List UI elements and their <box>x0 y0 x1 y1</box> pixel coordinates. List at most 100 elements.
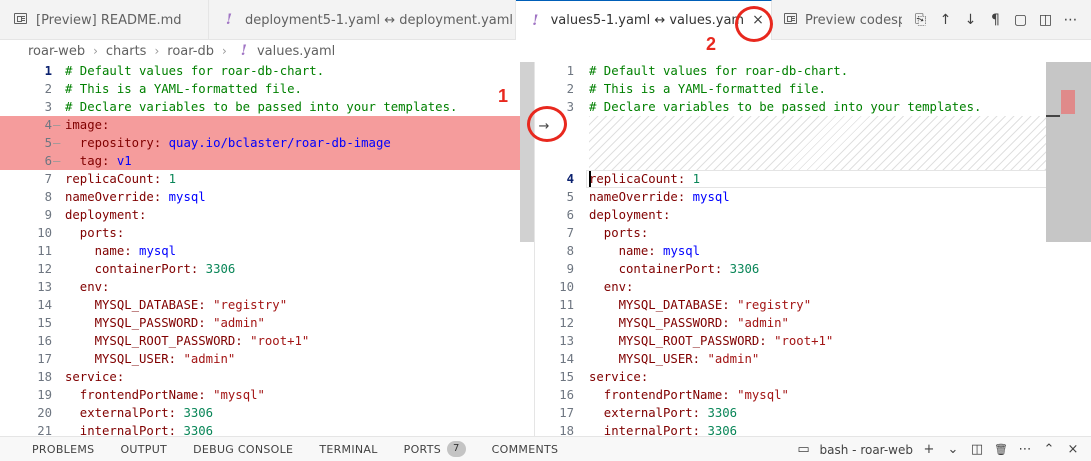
yaml-icon: ! <box>532 12 539 29</box>
line-number: 9 <box>566 262 574 276</box>
diff-editor-modified[interactable]: 1 # Default values for roar-db-chart. 2 # T… <box>534 62 1091 436</box>
line-number: 4 <box>44 118 52 132</box>
line-number: 8 <box>44 190 52 204</box>
line-number: 11 <box>559 298 574 312</box>
line-code: deployment: <box>589 206 670 224</box>
yaml-key: env: <box>65 280 110 294</box>
tab-debug-console[interactable]: DEBUG CONSOLE <box>180 437 306 461</box>
tab-problems[interactable]: PROBLEMS <box>0 437 107 461</box>
line-number: 12 <box>37 262 52 276</box>
split-terminal-icon[interactable]: ◫ <box>969 442 985 457</box>
yaml-key: containerPort: <box>65 262 199 276</box>
code-line: 18 internalPort: 3306 <box>534 422 1091 436</box>
yaml-value: mysql <box>131 244 177 258</box>
editor-toolbar: ⎘ ↑ ↓ ¶ ▢ ◫ ⋯ <box>908 0 1083 40</box>
tab-deployment-diff[interactable]: ! deployment5-1.yaml ↔ deployment.yaml <box>209 0 516 40</box>
yaml-value: "mysql" <box>729 388 789 402</box>
more-actions-icon[interactable]: ⋯ <box>1058 9 1083 31</box>
line-code: frontendPortName: "mysql" <box>589 386 789 404</box>
yaml-value: mysql <box>161 190 206 204</box>
line-code: # Default values for roar-db-chart. <box>65 62 324 80</box>
line-code: replicaCount: 1 <box>65 170 176 188</box>
split-editor-icon[interactable]: ◫ <box>1033 9 1058 31</box>
add-terminal-icon[interactable]: + <box>921 442 937 457</box>
yaml-value: "mysql" <box>205 388 265 402</box>
code-line: 5 repository: quay.io/bclaster/roar-db-i… <box>0 134 534 152</box>
code-line: 15 service: <box>534 368 1091 386</box>
chevron-down-icon[interactable]: ⌄ <box>945 442 961 457</box>
code-line: 6 deployment: <box>534 206 1091 224</box>
maximize-panel-icon[interactable]: ⌃ <box>1041 442 1057 457</box>
line-number: 2 <box>44 82 52 96</box>
line-number: 9 <box>44 208 52 222</box>
tab-label: PORTS <box>403 442 441 456</box>
tab-label: Preview codesp <box>805 12 902 28</box>
chevron-right-icon: › <box>221 44 227 58</box>
line-code: MYSQL_ROOT_PASSWORD: "root+1" <box>589 332 834 350</box>
whitespace-icon[interactable]: ¶ <box>983 9 1008 31</box>
overview-ruler[interactable] <box>1046 62 1091 242</box>
line-code: externalPort: 3306 <box>589 404 737 422</box>
line-code: name: mysql <box>589 242 700 260</box>
breadcrumb-item[interactable]: values.yaml <box>257 44 335 59</box>
code-line: 11 name: mysql <box>0 242 534 260</box>
removed-line-marker: — <box>53 136 61 150</box>
more-actions-icon[interactable]: ⋯ <box>1017 442 1033 457</box>
terminal-name[interactable]: bash - roar-web <box>820 443 913 457</box>
tab-ports[interactable]: PORTS 7 <box>391 437 479 461</box>
yaml-key: MYSQL_USER: <box>589 352 701 366</box>
line-number: 7 <box>566 226 574 240</box>
line-number: 6 <box>566 208 574 222</box>
trash-icon[interactable]: 🗑 <box>993 443 1009 456</box>
previous-change-icon[interactable]: ↑ <box>933 9 958 31</box>
yaml-key: service: <box>589 370 649 384</box>
editor-tab-bar: [Preview] README.md ! deployment5-1.yaml… <box>0 0 1091 40</box>
line-number: 1 <box>44 64 52 78</box>
line-code: # Declare variables to be passed into yo… <box>589 98 981 116</box>
tab-comments[interactable]: COMMENTS <box>479 437 572 461</box>
code-line: 19 frontendPortName: "mysql" <box>0 386 534 404</box>
code-line: 12 containerPort: 3306 <box>0 260 534 278</box>
line-code: ports: <box>65 224 124 242</box>
tab-output[interactable]: OUTPUT <box>107 437 180 461</box>
diff-editor-original[interactable]: 1 # Default values for roar-db-chart. 2 # T… <box>0 62 534 436</box>
breadcrumb-item[interactable]: roar-web <box>28 44 85 59</box>
tab-preview-codespace[interactable]: Preview codesp <box>772 0 902 40</box>
line-code: repository: quay.io/bclaster/roar-db-ima… <box>65 134 391 152</box>
line-number: 18 <box>559 424 574 436</box>
yaml-key: containerPort: <box>589 262 723 276</box>
open-file-icon[interactable]: ⎘ <box>908 9 933 31</box>
line-code: replicaCount: 1 <box>589 170 700 188</box>
yaml-key: service: <box>65 370 125 384</box>
tab-terminal[interactable]: TERMINAL <box>306 437 390 461</box>
line-code: service: <box>65 368 124 386</box>
yaml-key: MYSQL_DATABASE: <box>65 298 206 312</box>
line-code: internalPort: 3306 <box>65 422 213 436</box>
line-number: 2 <box>566 82 574 96</box>
line-code: env: <box>589 278 634 296</box>
code-line: 17 externalPort: 3306 <box>534 404 1091 422</box>
tab-values-diff[interactable]: ! values5-1.yaml ↔ values.yaml U <box>516 0 772 40</box>
yaml-key: deployment: <box>589 208 671 222</box>
line-number: 5 <box>44 136 52 150</box>
line-code: nameOverride: mysql <box>65 188 206 206</box>
line-code: frontendPortName: "mysql" <box>65 386 265 404</box>
yaml-key: ports: <box>589 226 649 240</box>
code-line: 4 image: — <box>0 116 534 134</box>
map-icon[interactable]: ▢ <box>1008 9 1033 31</box>
next-change-icon[interactable]: ↓ <box>958 9 983 31</box>
tab-readme-preview[interactable]: [Preview] README.md <box>0 0 209 40</box>
chevron-right-icon: › <box>93 44 98 58</box>
yaml-value: 1 <box>161 172 177 186</box>
close-panel-icon[interactable]: × <box>1065 442 1081 457</box>
line-number: 8 <box>566 244 574 258</box>
line-code: ports: <box>589 224 648 242</box>
line-number: 5 <box>566 190 574 204</box>
yaml-value: "registry" <box>205 298 288 312</box>
yaml-value: 3306 <box>700 424 738 436</box>
line-number: 10 <box>37 226 52 240</box>
yaml-key: env: <box>589 280 634 294</box>
breadcrumb-item[interactable]: roar-db <box>167 44 214 59</box>
scrollbar-left[interactable] <box>520 62 534 242</box>
breadcrumb-item[interactable]: charts <box>106 44 147 59</box>
